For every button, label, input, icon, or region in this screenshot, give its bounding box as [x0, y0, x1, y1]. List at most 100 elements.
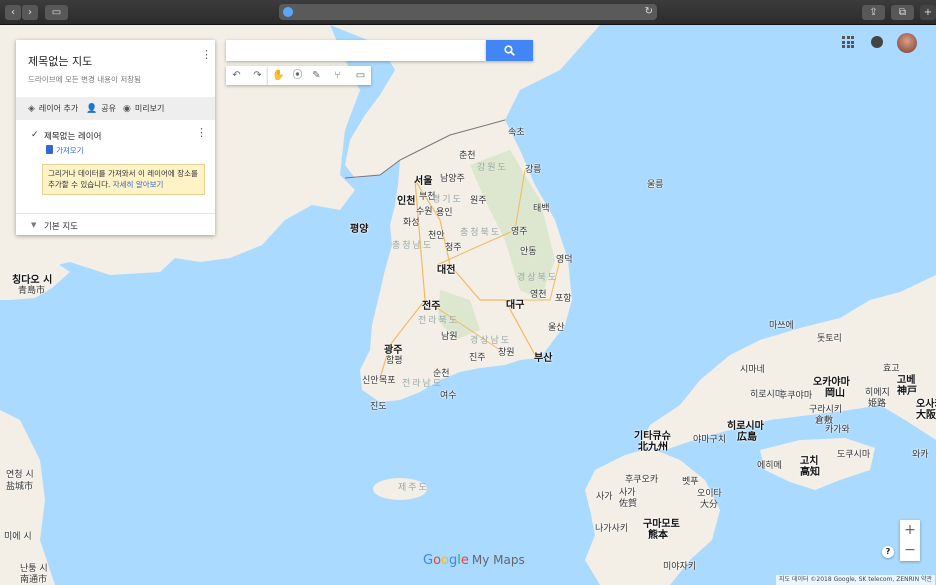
- map-place-label[interactable]: 전라북도: [418, 313, 459, 326]
- map-place-label[interactable]: 창원: [498, 345, 515, 358]
- hand-icon[interactable]: ✋: [268, 66, 289, 85]
- map-attribution[interactable]: 지도 데이터 ©2018 Google, SK telecom, ZENRIN …: [776, 575, 936, 585]
- help-button[interactable]: ?: [882, 546, 894, 558]
- more-options-icon[interactable]: ⋮: [201, 49, 212, 60]
- map-place-label[interactable]: 大分: [700, 497, 718, 510]
- map-place-label[interactable]: 용인: [436, 205, 453, 218]
- map-place-label[interactable]: 포항: [555, 291, 572, 304]
- map-place-label[interactable]: 南通市: [20, 572, 47, 585]
- map-place-label[interactable]: 후쿠야마: [779, 388, 812, 401]
- map-place-label[interactable]: 와카: [912, 447, 929, 460]
- map-place-label[interactable]: 北九州: [638, 438, 668, 453]
- share-map-button[interactable]: 👤 공유: [86, 103, 116, 114]
- map-title[interactable]: 제목없는 지도: [28, 53, 92, 69]
- tabs-button[interactable]: ⧉: [891, 5, 914, 20]
- map-place-label[interactable]: 대전: [437, 261, 455, 276]
- zoom-out-button[interactable]: −: [900, 540, 920, 560]
- map-place-label[interactable]: 제주도: [398, 480, 429, 493]
- redo-icon[interactable]: ↷: [247, 66, 268, 85]
- map-place-label[interactable]: 영덕: [556, 252, 573, 265]
- map-place-label[interactable]: 大阪: [916, 406, 936, 421]
- map-place-label[interactable]: 강릉: [525, 162, 542, 175]
- map-place-label[interactable]: 마쓰에: [769, 318, 794, 331]
- draw-line-icon[interactable]: ✎: [306, 66, 327, 85]
- map-place-label[interactable]: 熊本: [648, 526, 668, 541]
- map-place-label[interactable]: 목포: [379, 373, 396, 386]
- map-place-label[interactable]: 강원도: [477, 160, 508, 173]
- zoom-in-button[interactable]: +: [900, 520, 920, 540]
- map-place-label[interactable]: 姫路: [868, 396, 886, 409]
- map-place-label[interactable]: 순천: [433, 366, 450, 379]
- learn-more-link[interactable]: 자세히 알아보기: [113, 180, 164, 189]
- apps-grid-icon[interactable]: [842, 36, 854, 48]
- address-bar[interactable]: ↻: [279, 4, 657, 20]
- map-place-label[interactable]: 盐城市: [6, 479, 33, 492]
- layer-options-icon[interactable]: ⋮: [196, 127, 207, 138]
- map-place-label[interactable]: 울릉: [647, 177, 664, 190]
- map-place-label[interactable]: 경상북도: [517, 270, 558, 283]
- reload-icon[interactable]: ↻: [645, 4, 653, 20]
- map-place-label[interactable]: 대구: [506, 296, 524, 311]
- share-button[interactable]: ⇪: [862, 5, 885, 20]
- map-place-label[interactable]: 경기도: [432, 192, 463, 205]
- map-place-label[interactable]: 영천: [530, 287, 547, 300]
- map-place-label[interactable]: 미에 시: [4, 529, 32, 542]
- map-place-label[interactable]: 태백: [533, 201, 550, 214]
- map-place-label[interactable]: 진도: [370, 399, 387, 412]
- add-layer-button[interactable]: ◈ 레이어 추가: [28, 103, 78, 114]
- avatar[interactable]: [897, 33, 917, 53]
- import-link[interactable]: 가져오기: [46, 145, 84, 156]
- map-place-label[interactable]: 춘천: [459, 148, 476, 161]
- map-place-label[interactable]: 돗토리: [817, 331, 842, 344]
- map-place-label[interactable]: 신안: [362, 373, 379, 386]
- map-place-label[interactable]: 미야자키: [663, 559, 696, 572]
- map-place-label[interactable]: 원주: [470, 193, 487, 206]
- map-place-label[interactable]: 시마네: [740, 362, 765, 375]
- map-place-label[interactable]: 사가: [596, 489, 613, 502]
- search-button[interactable]: [486, 40, 533, 61]
- ruler-icon[interactable]: ▭: [350, 66, 371, 85]
- map-place-label[interactable]: 울산: [548, 320, 565, 333]
- directions-icon[interactable]: ⑂: [327, 66, 348, 85]
- search-input[interactable]: [226, 40, 486, 61]
- map-place-label[interactable]: 佐賀: [619, 496, 637, 509]
- map-place-label[interactable]: 충청북도: [460, 225, 501, 238]
- map-place-label[interactable]: 카가와: [825, 422, 850, 435]
- preview-button[interactable]: ◉ 미리보기: [123, 103, 164, 114]
- map-place-label[interactable]: 후쿠오카: [625, 472, 658, 485]
- new-tab-button[interactable]: +: [920, 5, 936, 20]
- layer-checkbox[interactable]: ✓: [31, 131, 39, 140]
- map-place-label[interactable]: 나가사키: [595, 521, 628, 534]
- map-place-label[interactable]: 전주: [422, 297, 440, 312]
- map-place-label[interactable]: 평양: [350, 220, 368, 235]
- map-place-label[interactable]: 속초: [508, 125, 525, 138]
- map-place-label[interactable]: 도쿠시마: [837, 447, 870, 460]
- map-place-label[interactable]: 남원: [441, 329, 458, 342]
- map-place-label[interactable]: 인천: [397, 192, 415, 207]
- forward-button[interactable]: ›: [22, 5, 38, 20]
- notifications-icon[interactable]: [871, 36, 883, 48]
- map-place-label[interactable]: 충청남도: [392, 238, 433, 251]
- map-place-label[interactable]: 야마구치: [693, 432, 726, 445]
- map-place-label[interactable]: 청주: [445, 240, 462, 253]
- map-place-label[interactable]: 広島: [737, 428, 757, 443]
- map-place-label[interactable]: 부산: [534, 349, 552, 364]
- map-place-label[interactable]: 神戸: [897, 382, 917, 397]
- map-place-label[interactable]: 진주: [469, 350, 486, 363]
- layer-name[interactable]: 제목없는 레이어: [44, 130, 101, 142]
- map-place-label[interactable]: 함평: [386, 353, 403, 366]
- map-place-label[interactable]: 여수: [440, 388, 457, 401]
- base-map-row[interactable]: ▼ 기본 지도: [16, 213, 215, 235]
- map-place-label[interactable]: 화성: [403, 215, 420, 228]
- map-place-label[interactable]: 안동: [520, 244, 537, 257]
- marker-icon[interactable]: ⦿: [287, 66, 308, 85]
- map-place-label[interactable]: 남양주: [440, 171, 465, 184]
- map-place-label[interactable]: 青島市: [18, 283, 45, 296]
- sidebar-toggle-button[interactable]: ▭: [45, 5, 68, 20]
- map-place-label[interactable]: 에히메: [757, 458, 782, 471]
- map-place-label[interactable]: 서울: [414, 172, 432, 187]
- map-place-label[interactable]: 영주: [511, 224, 528, 237]
- map-place-label[interactable]: 岡山: [825, 384, 845, 399]
- map-place-label[interactable]: 高知: [800, 463, 820, 478]
- undo-icon[interactable]: ↶: [226, 66, 247, 85]
